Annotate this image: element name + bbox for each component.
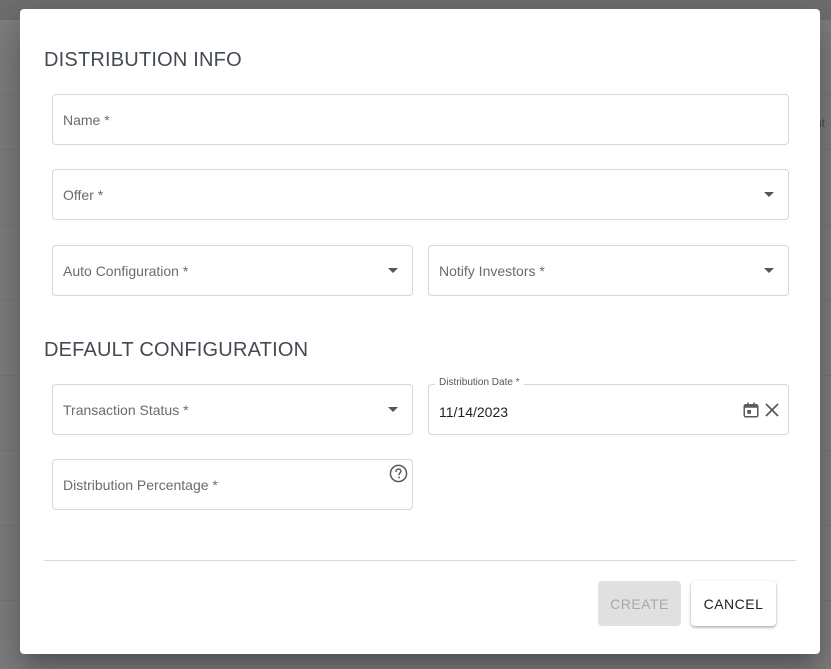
notify-investors-placeholder: Notify Investors *	[439, 263, 545, 279]
name-field-placeholder: Name *	[63, 112, 110, 128]
caret-down-icon	[388, 268, 398, 273]
cancel-button[interactable]: CANCEL	[691, 581, 776, 626]
section-title-distribution-info: DISTRIBUTION INFO	[44, 49, 242, 71]
transaction-status-placeholder: Transaction Status *	[63, 402, 189, 418]
distribution-date-label: Distribution Date *	[435, 377, 524, 388]
section-title-default-configuration: DEFAULT CONFIGURATION	[44, 339, 309, 361]
create-button[interactable]: CREATE	[598, 581, 681, 626]
distribution-date-value: 11/14/2023	[439, 404, 509, 420]
offer-select[interactable]: Offer *	[52, 169, 789, 220]
name-field[interactable]: Name *	[52, 94, 789, 145]
caret-down-icon	[764, 268, 774, 273]
distribution-date-field[interactable]: Distribution Date * 11/14/2023	[428, 377, 789, 435]
help-circle-icon[interactable]	[388, 463, 408, 483]
close-icon[interactable]	[762, 400, 782, 420]
offer-select-placeholder: Offer *	[63, 187, 104, 203]
caret-down-icon	[388, 407, 398, 412]
notify-investors-select[interactable]: Notify Investors *	[428, 245, 789, 296]
caret-down-icon	[764, 192, 774, 197]
distribution-percentage-placeholder: Distribution Percentage *	[63, 477, 218, 493]
create-distribution-dialog: DISTRIBUTION INFO Name * Offer * Auto Co…	[20, 9, 820, 654]
auto-configuration-select[interactable]: Auto Configuration *	[52, 245, 413, 296]
auto-configuration-placeholder: Auto Configuration *	[63, 263, 189, 279]
calendar-icon[interactable]	[741, 400, 761, 420]
actions-divider	[44, 560, 796, 561]
distribution-percentage-field[interactable]: Distribution Percentage *	[52, 459, 413, 510]
transaction-status-select[interactable]: Transaction Status *	[52, 384, 413, 435]
